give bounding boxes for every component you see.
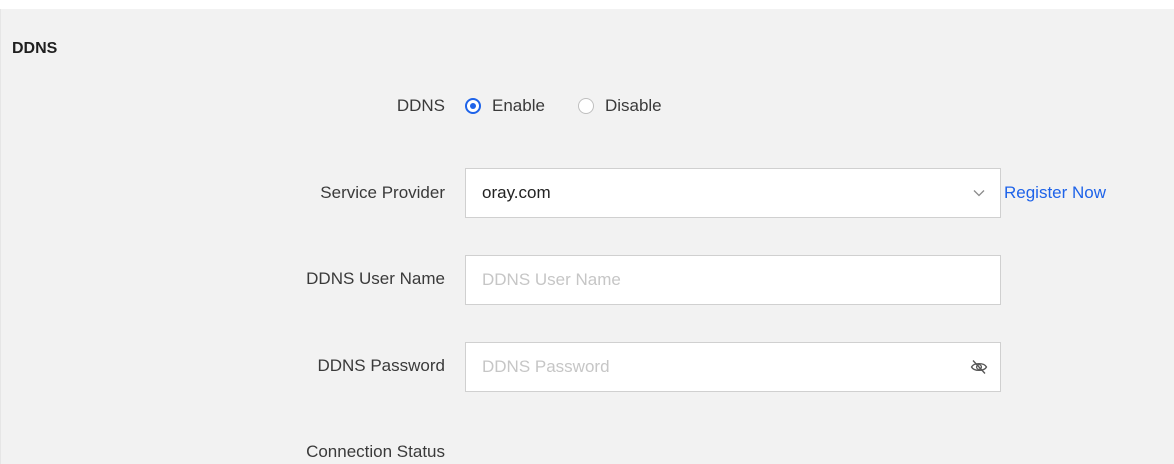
radio-checked-icon[interactable] xyxy=(465,98,481,114)
connection-status-label: Connection Status xyxy=(306,442,445,461)
service-provider-label: Service Provider xyxy=(320,183,445,202)
ddns-enable-label[interactable]: Enable xyxy=(492,96,545,116)
chevron-down-icon[interactable] xyxy=(962,169,996,217)
ddns-radio-group: Enable Disable xyxy=(465,95,695,117)
radio-unchecked-icon[interactable] xyxy=(577,98,594,114)
ddns-disable-radio[interactable]: Disable xyxy=(577,96,662,116)
ddns-username-input[interactable] xyxy=(466,255,1000,305)
eye-off-icon[interactable] xyxy=(962,343,996,391)
service-provider-select[interactable]: oray.com xyxy=(465,168,1001,218)
ddns-username-field[interactable] xyxy=(465,255,1001,305)
section-title: DDNS xyxy=(12,40,58,57)
ddns-enable-radio[interactable]: Enable xyxy=(465,96,545,116)
register-now-link[interactable]: Register Now xyxy=(1004,183,1106,203)
ddns-password-label: DDNS Password xyxy=(317,356,445,375)
ddns-password-field[interactable] xyxy=(465,342,1001,392)
ddns-disable-label[interactable]: Disable xyxy=(605,96,662,116)
ddns-password-input[interactable] xyxy=(466,342,962,392)
ddns-username-label: DDNS User Name xyxy=(306,269,445,288)
ddns-label: DDNS xyxy=(396,96,445,115)
service-provider-value[interactable]: oray.com xyxy=(466,183,962,203)
ddns-panel: DDNS xyxy=(0,9,1174,464)
